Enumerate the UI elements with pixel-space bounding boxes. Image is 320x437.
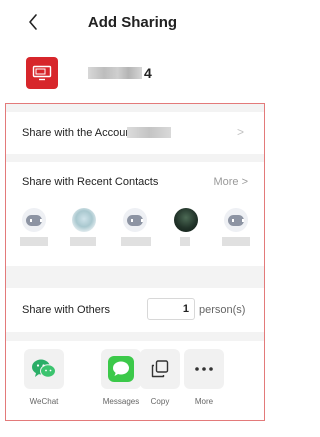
more-icon: [184, 349, 224, 389]
device-name-suffix: 4: [144, 65, 152, 81]
header: Add Sharing: [0, 0, 265, 44]
share-with-others-label: Share with Others: [22, 304, 111, 316]
wechat-icon: [24, 349, 64, 389]
page-title: Add Sharing: [87, 14, 178, 31]
contact-name-redacted: [20, 237, 48, 246]
device-name-redacted: [88, 67, 142, 79]
share-apps-row: WeChat Messages Copy More: [6, 341, 264, 420]
sharing-options-panel: Share with the Account > Share with Rece…: [5, 103, 265, 421]
contact-name-redacted: [180, 237, 190, 246]
person-count-input[interactable]: [147, 298, 195, 320]
wechat-share-button[interactable]: WeChat: [19, 349, 69, 415]
share-with-account-row[interactable]: Share with the Account >: [6, 112, 264, 154]
landscape-photo-avatar: [72, 208, 96, 232]
contact-list: [6, 206, 264, 264]
contact-name-redacted: [121, 237, 151, 246]
contact-item[interactable]: [115, 206, 155, 262]
recent-contacts-section: Share with Recent Contacts More >: [6, 162, 264, 266]
contact-item[interactable]: [14, 206, 54, 262]
chevron-right-icon: >: [236, 125, 244, 139]
robot-avatar-icon: [22, 208, 46, 232]
account-name-redacted: [127, 127, 171, 138]
contact-name-redacted: [70, 237, 96, 246]
contact-item[interactable]: [64, 206, 104, 262]
copy-label: Copy: [150, 397, 170, 406]
robot-avatar-icon: [123, 208, 147, 232]
robot-avatar-icon: [224, 208, 248, 232]
more-share-button[interactable]: More: [179, 349, 229, 415]
recent-contacts-label: Share with Recent Contacts: [22, 176, 159, 188]
contact-item[interactable]: [166, 206, 206, 262]
dark-photo-avatar: [174, 208, 198, 232]
tv-icon: [26, 57, 58, 89]
copy-button[interactable]: Copy: [135, 349, 185, 415]
contact-item[interactable]: [216, 206, 256, 262]
share-with-others-row: Share with Others person(s): [6, 288, 264, 332]
more-contacts-link[interactable]: More >: [213, 176, 248, 188]
device-info: 4: [26, 56, 152, 90]
more-label: More: [194, 397, 214, 406]
person-count-unit: person(s): [199, 304, 246, 316]
wechat-label: WeChat: [29, 397, 59, 406]
copy-icon: [140, 349, 180, 389]
contact-name-redacted: [222, 237, 250, 246]
share-with-account-label: Share with the Account: [22, 127, 135, 139]
